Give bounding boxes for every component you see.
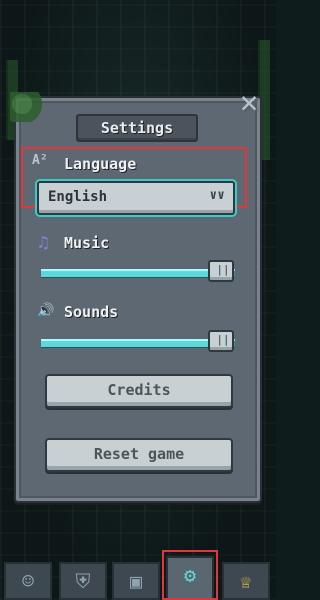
music-note-icon: ♫ <box>38 233 49 253</box>
trophy-icon: ♕ <box>239 569 253 593</box>
sounds-slider-thumb[interactable] <box>208 330 235 352</box>
reset-game-button[interactable]: Reset game <box>45 438 233 472</box>
close-icon[interactable]: ✕ <box>232 86 266 120</box>
music-slider[interactable] <box>41 260 235 282</box>
character-icon: ☺ <box>21 569 35 593</box>
sounds-label: Sounds <box>64 303 119 321</box>
armor-icon: ⛨ <box>75 569 91 593</box>
music-label: Music <box>64 234 110 252</box>
music-slider-thumb[interactable] <box>208 260 235 282</box>
moss-decoration <box>10 92 50 122</box>
language-select[interactable]: English ∨∨ <box>37 181 235 215</box>
armor-tab[interactable]: ⛨ <box>59 562 107 600</box>
music-slider-fill <box>41 269 222 277</box>
settings-title: Settings <box>76 114 198 142</box>
trophy-tab[interactable]: ♕ <box>222 562 270 600</box>
controller-tab[interactable]: ▣ <box>112 562 160 600</box>
speaker-icon: 🔊 <box>37 303 55 319</box>
chevron-down-icon: ∨∨ <box>209 188 225 203</box>
gamepad-icon: ▣ <box>129 569 143 593</box>
language-label: Language <box>64 155 137 173</box>
language-icon: A² <box>32 153 48 168</box>
settings-tab-highlight <box>162 550 218 600</box>
sounds-slider-fill <box>41 339 222 347</box>
character-tab[interactable]: ☺ <box>4 562 52 600</box>
bottom-nav: ☺ ⛨ ▣ ⚙ ♕ <box>0 552 276 600</box>
credits-button[interactable]: Credits <box>45 374 233 408</box>
sounds-slider[interactable] <box>41 330 235 352</box>
language-selected-value: English <box>48 189 108 205</box>
